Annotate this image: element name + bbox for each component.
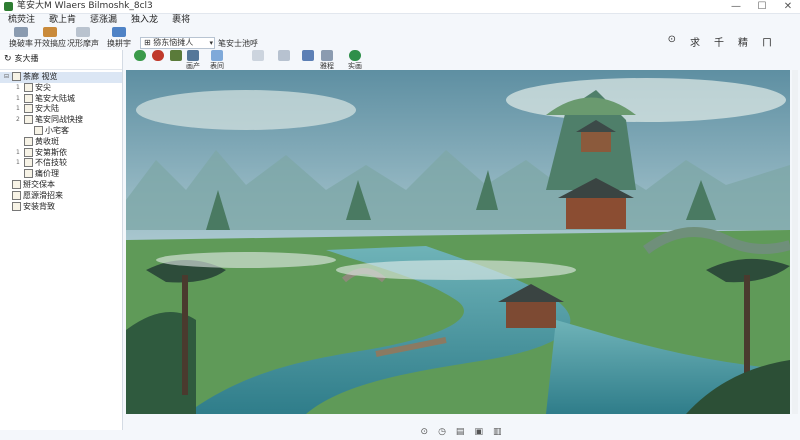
secondary-toolbar: 画产 表间 雅程 实画 (128, 50, 800, 70)
monitor-icon (187, 50, 199, 61)
menu-item[interactable]: 歌上肯 (47, 14, 78, 26)
file-icon (24, 93, 33, 103)
tree-item[interactable]: 安装背致 (0, 201, 122, 213)
toolbar-button[interactable]: 换耕宇 (102, 27, 136, 49)
list-icon[interactable]: ▤ (456, 427, 465, 437)
tree-item[interactable]: 愿源滑招来 (0, 190, 122, 202)
wand-button[interactable] (302, 50, 314, 61)
title-bar: 笔安大M Wlaers Bilmoshk_8cl3 — ☐ ✕ (0, 0, 800, 14)
toolbar-button[interactable]: 换破率 (6, 27, 36, 49)
file-icon (24, 169, 33, 179)
navigation-pane: ↻ 亥大播 ⊟ 茶廊 视览 1 安尖 1 笔安大陆城 1 安大陆 2 笔安同战快搜 小宅客… (0, 50, 123, 430)
folder-icon (12, 179, 21, 189)
globe-button[interactable]: 实画 (348, 50, 362, 71)
menu-item[interactable]: 梳荧注 (6, 14, 37, 26)
file-icon (24, 147, 33, 157)
file-icon (24, 115, 33, 125)
top-link[interactable]: 千 (714, 34, 724, 49)
refresh-icon[interactable]: ↻ (4, 54, 12, 64)
tree-item[interactable]: 黄收斑 (0, 136, 122, 148)
tree-item[interactable]: 痛价理 (0, 169, 122, 180)
image-icon[interactable]: ▣ (474, 427, 483, 437)
toolbar-button[interactable]: 开效搞应 (34, 27, 66, 49)
menu-item[interactable]: 裹将 (170, 14, 192, 26)
drive-icon (12, 190, 21, 200)
status-bar: ⊙ ◷ ▤ ▣ ▥ (122, 423, 800, 440)
page-button[interactable] (252, 50, 264, 61)
bottle-icon (170, 50, 182, 61)
image-icon (211, 50, 223, 61)
shield-button[interactable] (134, 50, 146, 61)
file-icon (24, 82, 33, 92)
toolbar-button[interactable]: 况形摩声 (66, 27, 100, 49)
pane-header: ↻ 亥大播 (4, 53, 39, 64)
vertical-scrollbar[interactable] (792, 70, 798, 414)
image-preview (126, 70, 790, 414)
pin-button[interactable] (152, 50, 164, 61)
globe-icon (349, 50, 361, 61)
location-side-label: 笔安士池呼 (218, 39, 258, 48)
image-button[interactable]: 表间 (210, 50, 224, 71)
folder-icon (12, 72, 21, 81)
close-button[interactable]: ✕ (782, 1, 794, 13)
top-link[interactable]: 精 (738, 34, 748, 49)
drive-icon (12, 201, 21, 211)
chevron-down-icon: ▾ (209, 39, 213, 47)
target-icon[interactable]: ⊙ (421, 427, 429, 437)
file-icon (24, 158, 33, 168)
file-icon (34, 125, 43, 135)
tree-item[interactable]: 小宅客 (0, 125, 122, 137)
bottle-button[interactable] (170, 50, 182, 61)
menu-item[interactable]: 独入龙 (129, 14, 160, 26)
brush-icon (112, 27, 126, 37)
grid-button[interactable]: 雅程 (320, 50, 334, 71)
tree-item[interactable]: 掰交保本 (0, 179, 122, 191)
page-icon (252, 50, 264, 61)
maximize-button[interactable]: ☐ (756, 1, 768, 13)
tree-item[interactable]: 1 不信技较 (0, 158, 122, 169)
location-dropdown[interactable]: ⊞ 猕东恼摊人 ▾ (140, 37, 215, 49)
monitor-button[interactable]: 画产 (186, 50, 200, 71)
tree-item[interactable]: 1 安第斯依 (0, 147, 122, 159)
box-icon (43, 27, 57, 37)
folder-tree: ⊟ 茶廊 视览 1 安尖 1 笔安大陆城 1 安大陆 2 笔安同战快搜 小宅客 黄收斑 1… (0, 72, 122, 212)
fantasy-landscape-image (126, 70, 790, 414)
pin-icon (152, 50, 164, 61)
shield-icon (134, 50, 146, 61)
clock-icon[interactable]: ◷ (438, 427, 446, 437)
top-right-links: ⊙ 求 千 精 ㄇ (668, 34, 772, 49)
wand-icon (302, 50, 314, 61)
top-link[interactable]: ㄇ (762, 34, 772, 49)
grid-icon[interactable]: ▥ (493, 427, 502, 437)
tree-item[interactable]: 1 安尖 (0, 82, 122, 94)
tree-item[interactable]: 1 笔安大陆城 (0, 93, 122, 105)
minimize-button[interactable]: — (730, 1, 742, 13)
top-link[interactable]: 求 (690, 34, 700, 49)
window-title: 笔安大M Wlaers Bilmoshk_8cl3 (17, 1, 153, 11)
document-icon (76, 27, 90, 37)
target-icon[interactable]: ⊙ (668, 34, 676, 49)
window-controls: — ☐ ✕ (730, 0, 794, 13)
tree-item[interactable]: 2 笔安同战快搜 (0, 115, 122, 126)
window-button[interactable] (278, 50, 290, 61)
tree-item[interactable]: ⊟ 茶廊 视览 (0, 72, 122, 83)
app-icon (4, 2, 13, 11)
tree-item[interactable]: 1 安大陆 (0, 104, 122, 115)
user-icon (14, 27, 28, 37)
grid-icon (321, 50, 333, 61)
window-icon (278, 50, 290, 61)
file-icon (24, 136, 33, 146)
menu-item[interactable]: 惩涨漏 (88, 14, 119, 26)
menu-bar: 梳荧注 歌上肯 惩涨漏 独入龙 裹将 (0, 14, 800, 26)
file-icon (24, 104, 33, 114)
